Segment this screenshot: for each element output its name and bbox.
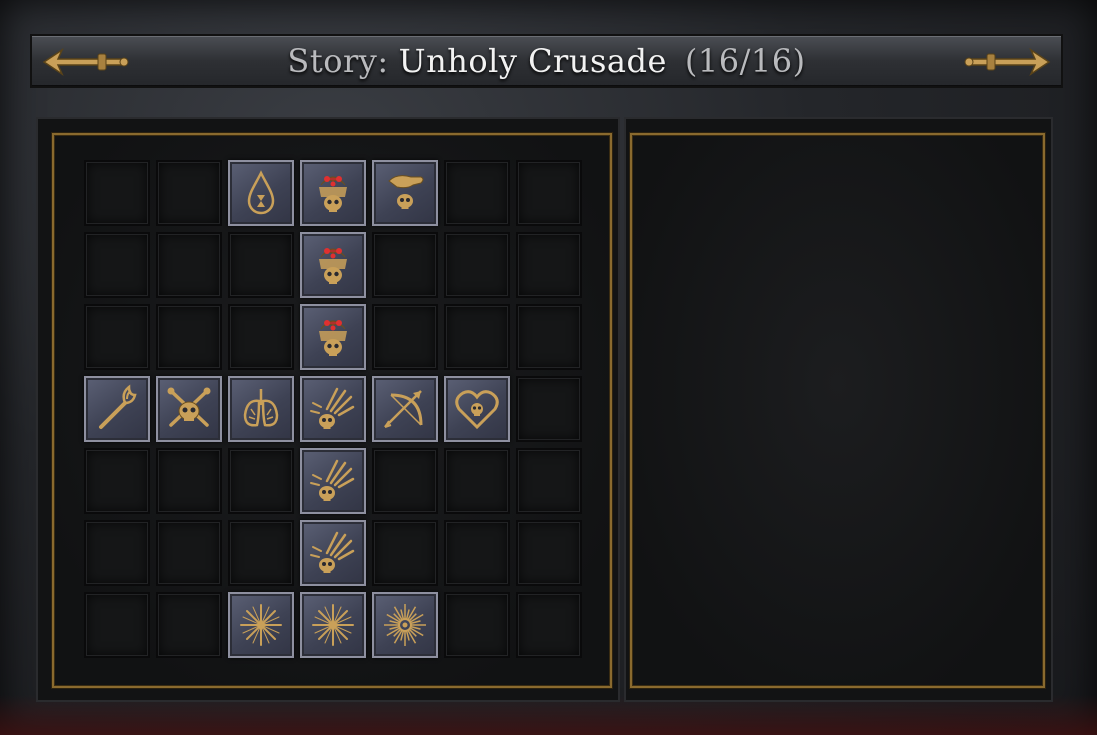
story-node[interactable] <box>300 160 366 226</box>
story-node[interactable] <box>372 160 438 226</box>
story-node[interactable] <box>300 304 366 370</box>
story-node[interactable] <box>300 448 366 514</box>
empty-node-slot <box>84 520 150 586</box>
claw-skull-icon <box>310 387 355 429</box>
lungs-icon <box>243 389 279 427</box>
heart-skull-icon <box>455 390 499 430</box>
empty-node-slot <box>228 520 294 586</box>
flaming-skull-icon <box>319 176 347 212</box>
empty-node-slot <box>444 304 510 370</box>
torch-icon <box>99 384 137 429</box>
empty-node-slot <box>156 448 222 514</box>
empty-node-slot <box>444 592 510 658</box>
empty-node-slot <box>516 304 582 370</box>
skull-crossbones-icon <box>167 387 211 427</box>
starburst-icon <box>312 604 354 646</box>
story-node[interactable] <box>228 160 294 226</box>
empty-node-slot <box>516 232 582 298</box>
empty-node-slot <box>156 232 222 298</box>
empty-node-slot <box>516 160 582 226</box>
empty-node-slot <box>156 160 222 226</box>
empty-node-slot <box>156 304 222 370</box>
flaming-skull-icon <box>319 320 347 356</box>
empty-node-slot <box>444 520 510 586</box>
starburst-icon <box>240 604 282 646</box>
page-title: Story: Unholy Crusade (16/16) <box>32 36 1061 86</box>
story-node[interactable] <box>300 232 366 298</box>
empty-node-slot <box>516 448 582 514</box>
story-node[interactable] <box>300 376 366 442</box>
flaming-skull-icon <box>319 248 347 284</box>
hand-skull-icon <box>388 175 424 209</box>
empty-node-slot <box>516 592 582 658</box>
story-node[interactable] <box>444 376 510 442</box>
empty-node-slot <box>444 232 510 298</box>
ornate-arrow-right-icon[interactable] <box>963 44 1053 80</box>
empty-node-slot <box>228 232 294 298</box>
empty-node-slot <box>228 448 294 514</box>
detail-panel-border <box>630 133 1045 688</box>
story-node[interactable] <box>156 376 222 442</box>
story-node[interactable] <box>300 592 366 658</box>
empty-node-slot <box>372 232 438 298</box>
bow-arrow-icon <box>384 390 423 428</box>
title-bar: Story: Unholy Crusade (16/16) <box>30 34 1063 88</box>
empty-node-slot <box>84 592 150 658</box>
story-node[interactable] <box>372 376 438 442</box>
empty-node-slot <box>156 592 222 658</box>
story-node[interactable] <box>372 592 438 658</box>
empty-node-slot <box>84 448 150 514</box>
empty-node-slot <box>444 448 510 514</box>
empty-node-slot <box>372 520 438 586</box>
empty-node-slot <box>84 232 150 298</box>
hourglass-drop-icon <box>247 170 275 215</box>
empty-node-slot <box>156 520 222 586</box>
empty-node-slot <box>84 160 150 226</box>
empty-node-slot <box>444 160 510 226</box>
empty-node-slot <box>228 304 294 370</box>
story-node[interactable] <box>228 592 294 658</box>
story-name: Unholy Crusade <box>398 42 667 80</box>
empty-node-slot <box>372 304 438 370</box>
story-node[interactable] <box>84 376 150 442</box>
empty-node-slot <box>516 520 582 586</box>
progress-count: (16/16) <box>684 42 806 80</box>
story-node[interactable] <box>228 376 294 442</box>
claw-skull-icon <box>310 531 355 573</box>
empty-node-slot <box>372 448 438 514</box>
claw-skull-icon <box>310 459 355 501</box>
sunburst-icon <box>384 604 426 646</box>
story-detail-panel <box>624 117 1053 702</box>
title-prefix: Story: <box>287 42 389 80</box>
empty-node-slot <box>84 304 150 370</box>
story-node[interactable] <box>300 520 366 586</box>
empty-node-slot <box>516 376 582 442</box>
